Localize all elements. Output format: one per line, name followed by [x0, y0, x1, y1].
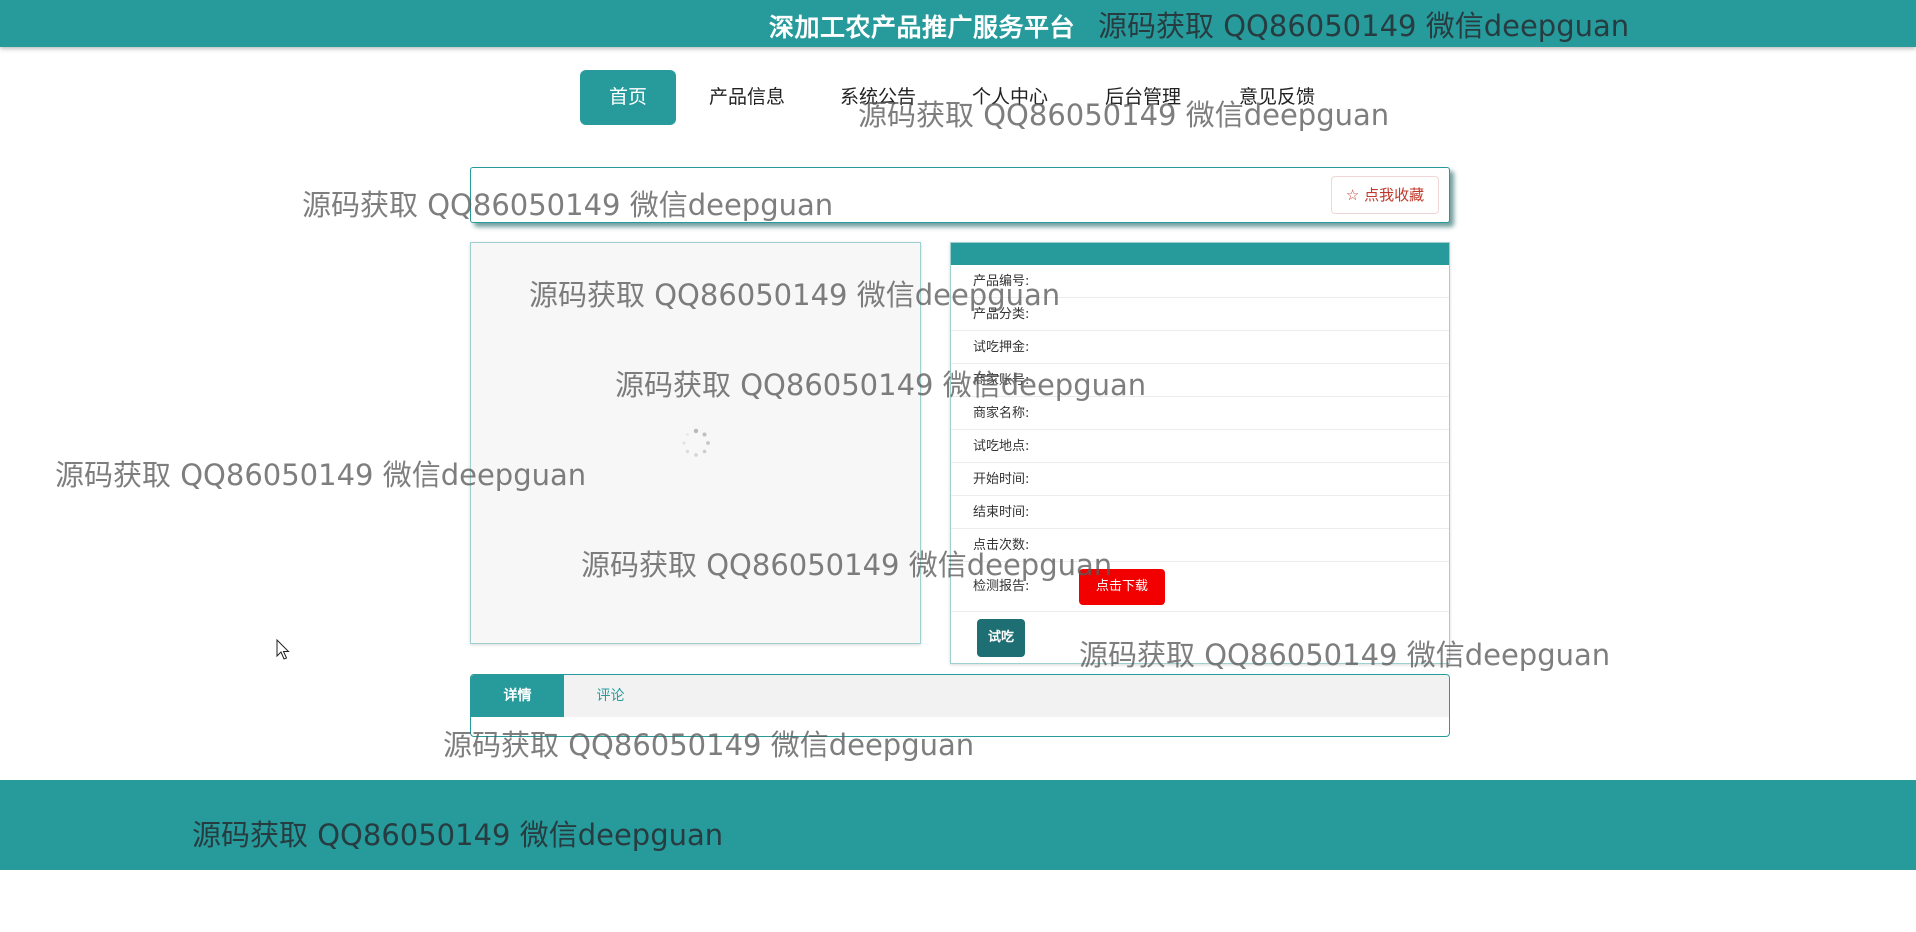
tab-bar: 详情 评论 — [471, 675, 1449, 717]
watermark-text: 源码获取 QQ86050149 微信deepguan — [858, 98, 1390, 132]
watermark-text: 源码获取 QQ86050149 微信deepguan — [529, 278, 1061, 312]
watermark-text: 源码获取 QQ86050149 微信deepguan — [302, 188, 834, 222]
nav-item-home[interactable]: 首页 — [580, 70, 676, 125]
watermark-text: 源码获取 QQ86050149 微信deepguan — [443, 728, 975, 762]
watermark-text: 源码获取 QQ86050149 微信deepguan — [615, 368, 1147, 402]
try-button[interactable]: 试吃 — [977, 619, 1025, 657]
watermark-text: 源码获取 QQ86050149 微信deepguan — [581, 548, 1113, 582]
field-trial-location: 试吃地点: — [951, 430, 1449, 463]
favorite-button[interactable]: ☆ 点我收藏 — [1331, 176, 1439, 214]
watermark-text: 源码获取 QQ86050149 微信deepguan — [1098, 9, 1630, 43]
watermark-text: 源码获取 QQ86050149 微信deepguan — [192, 818, 724, 852]
tab-details[interactable]: 详情 — [471, 675, 564, 717]
field-start-time: 开始时间: — [951, 463, 1449, 496]
nav-item-products[interactable]: 产品信息 — [709, 70, 785, 125]
info-panel-header — [951, 243, 1449, 265]
watermark-text: 源码获取 QQ86050149 微信deepguan — [55, 458, 587, 492]
site-title: 深加工农产品推广服务平台 — [769, 13, 1076, 42]
loading-spinner-icon — [682, 428, 710, 457]
field-trial-deposit: 试吃押金: — [951, 331, 1449, 364]
tab-comments[interactable]: 评论 — [564, 675, 657, 717]
watermark-text: 源码获取 QQ86050149 微信deepguan — [1079, 638, 1611, 672]
mouse-pointer-icon — [276, 639, 290, 660]
field-end-time: 结束时间: — [951, 496, 1449, 529]
